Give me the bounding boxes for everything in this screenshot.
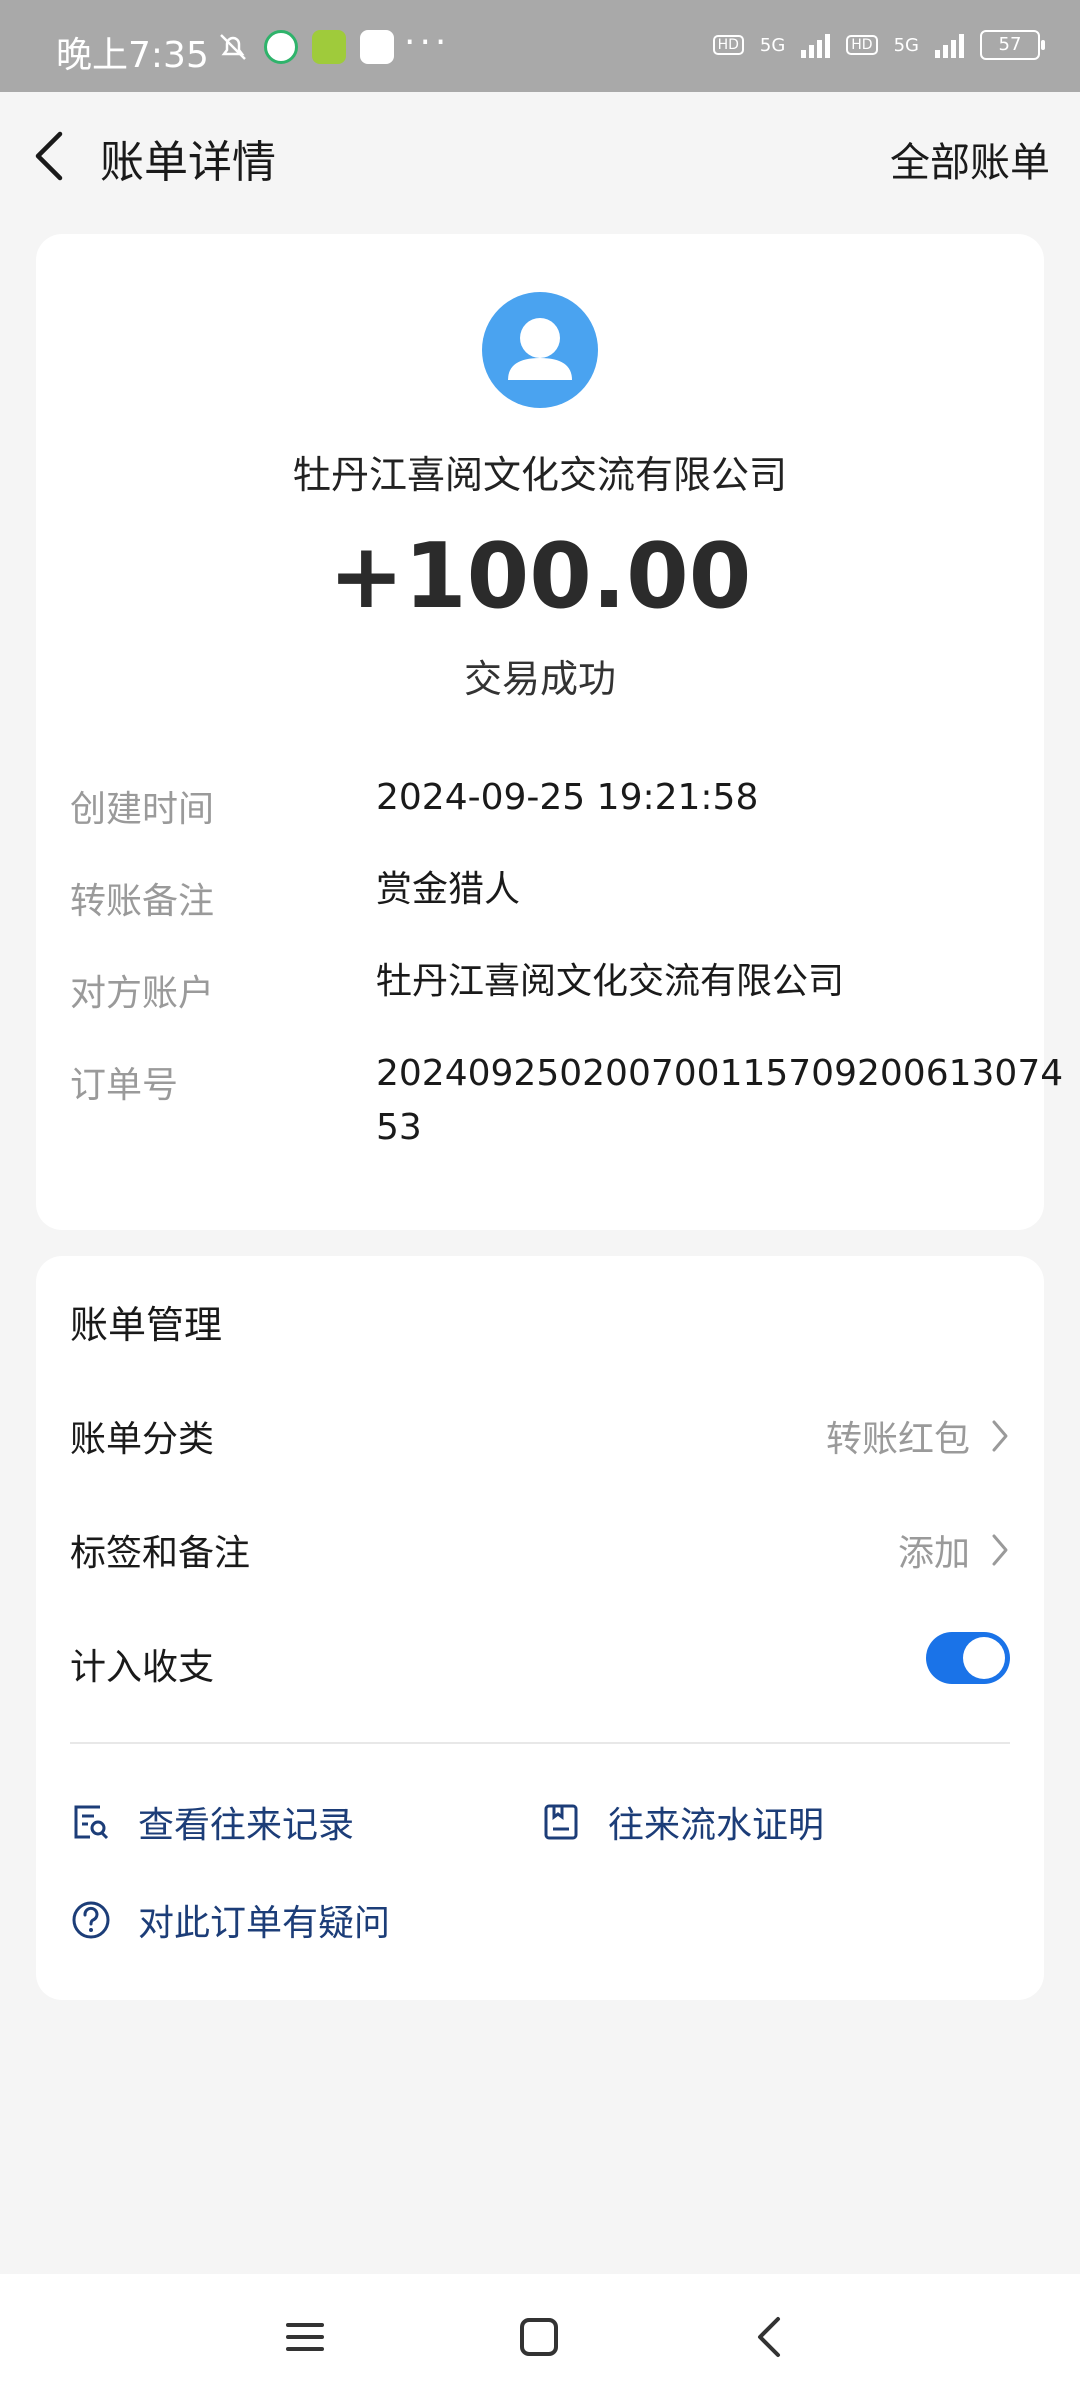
app-notification-icon-1 — [264, 30, 298, 64]
tag-remark-label: 标签和备注 — [70, 1533, 251, 1574]
network-type: 5G — [759, 34, 786, 56]
page-title: 账单详情 — [100, 137, 276, 188]
signal-icon-2 — [935, 32, 964, 58]
divider — [70, 1742, 1010, 1744]
question-circle-icon — [72, 1901, 110, 1939]
nav-back-icon[interactable] — [746, 2312, 796, 2362]
notification-icons — [216, 30, 394, 64]
order-question-label: 对此订单有疑问 — [138, 1903, 391, 1944]
app-notification-icon-2 — [312, 30, 346, 64]
include-income-label: 计入收支 — [70, 1647, 215, 1688]
view-history-link[interactable]: 查看往来记录 — [70, 1796, 354, 1848]
bell-off-icon — [220, 34, 246, 60]
include-income-row: 计入收支 — [70, 1632, 1010, 1692]
detail-value[interactable]: 20240925020070011570920061307453 — [376, 1047, 1076, 1155]
tag-remark-value: 添加 — [897, 1533, 970, 1574]
all-bills-link[interactable]: 全部账单 — [890, 130, 1050, 188]
transaction-amount: +100.00 — [328, 524, 752, 629]
header: 账单详情 全部账单 — [0, 92, 1080, 220]
toggle-knob — [963, 1637, 1005, 1679]
view-history-label: 查看往来记录 — [138, 1805, 355, 1846]
tag-remark-row[interactable]: 标签和备注 添加 — [70, 1518, 1010, 1578]
chevron-right-icon — [992, 1534, 1008, 1566]
document-icon — [544, 1804, 578, 1840]
hd-badge: HD — [712, 35, 744, 55]
battery-icon: 57 — [980, 30, 1045, 60]
app-notification-icon-3 — [360, 30, 394, 64]
merchant-name: 牡丹江喜阅文化交流有限公司 — [292, 453, 787, 497]
detail-label: 订单号 — [70, 1065, 179, 1106]
bill-category-value: 转账红包 — [825, 1419, 970, 1460]
status-right: HD 5G HD 5G 57 — [712, 30, 1045, 60]
statement-proof-label: 往来流水证明 — [608, 1805, 825, 1846]
section-title: 账单管理 — [70, 1303, 223, 1347]
detail-value: 赏金猎人 — [376, 869, 521, 910]
back-arrow-icon[interactable] — [30, 128, 70, 184]
bill-category-row[interactable]: 账单分类 转账红包 — [70, 1404, 1010, 1464]
user-avatar-icon — [482, 292, 598, 408]
signal-icon — [801, 32, 831, 58]
home-icon[interactable] — [514, 2312, 564, 2362]
network-type-2: 5G — [893, 34, 919, 56]
menu-icon[interactable] — [280, 2312, 330, 2362]
detail-value: 2024-09-25 19:21:58 — [376, 777, 759, 818]
more-notifications-icon: ··· — [404, 22, 451, 63]
include-income-toggle[interactable] — [926, 1632, 1010, 1684]
transaction-card: 牡丹江喜阅文化交流有限公司 +100.00 交易成功 创建时间 2024-09-… — [36, 234, 1063, 1230]
detail-label: 转账备注 — [70, 881, 215, 922]
detail-label: 创建时间 — [70, 789, 215, 830]
detail-label: 对方账户 — [70, 973, 215, 1014]
detail-value: 牡丹江喜阅文化交流有限公司 — [376, 961, 845, 1002]
statement-proof-link[interactable]: 往来流水证明 — [540, 1796, 824, 1848]
status-bar: 晚上7:35 ··· HD 5G HD 5G 57 — [0, 0, 1080, 92]
transaction-status: 交易成功 — [463, 657, 616, 701]
status-time: 晚上7:35 — [56, 35, 209, 76]
system-nav-bar — [0, 2274, 1080, 2400]
record-search-icon — [74, 1805, 109, 1840]
bill-management-card: 账单管理 账单分类 转账红包 标签和备注 添加 计入收支 查看往来记录 往来流水… — [36, 1256, 1044, 2000]
chevron-right-icon — [992, 1420, 1008, 1452]
bill-category-label: 账单分类 — [70, 1419, 215, 1460]
hd-badge-2: HD — [846, 35, 878, 55]
order-question-link[interactable]: 对此订单有疑问 — [70, 1894, 390, 1946]
